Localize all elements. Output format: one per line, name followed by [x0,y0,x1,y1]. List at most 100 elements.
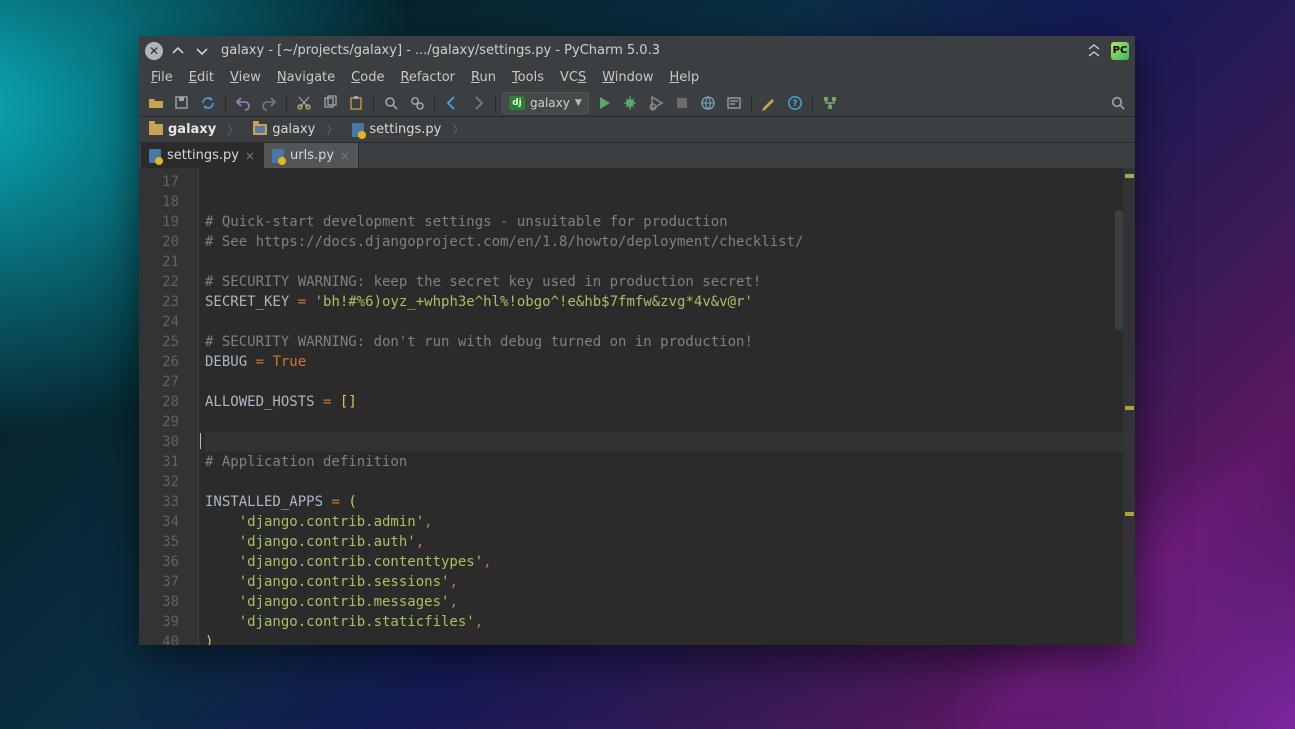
open-icon[interactable] [145,92,167,114]
code-line-30[interactable] [205,432,1135,452]
code-line-35[interactable]: 'django.contrib.auth', [205,532,1135,552]
vertical-scrollbar[interactable] [1115,210,1123,330]
breadcrumb-1[interactable]: galaxy [247,119,346,141]
menu-bar: FileEditViewNavigateCodeRefactorRunTools… [139,65,1135,89]
menu-vcs[interactable]: VCS [552,68,594,87]
marker-2[interactable] [1125,512,1134,516]
menu-view[interactable]: View [222,68,269,87]
breadcrumb-bar: galaxy galaxy settings.py [139,117,1135,143]
breadcrumb-label: settings.py [369,122,441,137]
marker-strip [1123,168,1135,645]
code-line-21[interactable] [205,252,1135,272]
marker-1[interactable] [1125,406,1134,410]
undo-icon[interactable] [232,92,254,114]
line-number-gutter: 1718192021222324252627282930313233343536… [139,168,187,645]
menu-file[interactable]: File [143,68,181,87]
tab-close-icon[interactable]: × [245,149,255,163]
window-titlebar: ✕ galaxy - [~/projects/galaxy] - .../gal… [139,36,1135,65]
redo-icon[interactable] [258,92,280,114]
menu-navigate[interactable]: Navigate [269,68,343,87]
code-area[interactable]: # Quick-start development settings - uns… [199,168,1135,645]
nav-back-icon[interactable] [441,92,463,114]
menu-code[interactable]: Code [343,68,392,87]
window-title: galaxy - [~/projects/galaxy] - .../galax… [221,43,660,58]
code-line-39[interactable]: 'django.contrib.staticfiles', [205,612,1135,632]
editor-tab-settings-py[interactable]: settings.py × [141,143,264,168]
module-icon [253,124,267,135]
help-icon[interactable]: ? [784,92,806,114]
code-line-40[interactable]: ) [205,632,1135,645]
copy-icon[interactable] [319,92,341,114]
window-close-button[interactable]: ✕ [145,42,163,60]
python-file-icon [149,149,161,163]
marker-0[interactable] [1125,174,1134,178]
breadcrumb-label: galaxy [272,122,315,137]
python-file-icon [352,123,364,137]
breadcrumb-2[interactable]: settings.py [346,119,472,141]
chevron-down-icon: ▼ [575,98,582,108]
run-icon[interactable] [593,92,615,114]
breadcrumb-label: galaxy [168,122,216,137]
code-line-26[interactable]: DEBUG = True [205,352,1135,372]
toolbar: dj galaxy ▼ ? [139,89,1135,117]
run-config-label: galaxy [530,96,570,110]
code-line-33[interactable]: INSTALLED_APPS = ( [205,492,1135,512]
task-icon[interactable] [723,92,745,114]
code-line-24[interactable] [205,312,1135,332]
window-shade-down-icon[interactable] [193,42,211,60]
code-line-18[interactable] [205,192,1135,212]
replace-icon[interactable] [406,92,428,114]
pycharm-logo-icon: PC [1111,42,1129,60]
code-line-23[interactable]: SECRET_KEY = 'bh!#%6)oyz_+whph3e^hl%!obg… [205,292,1135,312]
sync-icon[interactable] [197,92,219,114]
code-line-20[interactable]: # See https://docs.djangoproject.com/en/… [205,232,1135,252]
text-caret [200,433,201,449]
gutter-separator [187,168,199,645]
code-line-36[interactable]: 'django.contrib.contenttypes', [205,552,1135,572]
code-line-34[interactable]: 'django.contrib.admin', [205,512,1135,532]
code-editor[interactable]: 1718192021222324252627282930313233343536… [139,168,1135,645]
structure-icon[interactable] [819,92,841,114]
debug-icon[interactable] [619,92,641,114]
code-line-31[interactable]: # Application definition [205,452,1135,472]
menu-tools[interactable]: Tools [504,68,552,87]
python-file-icon [272,149,284,163]
save-all-icon[interactable] [171,92,193,114]
code-line-17[interactable] [205,172,1135,192]
svg-text:?: ? [792,99,797,109]
nav-forward-icon[interactable] [467,92,489,114]
run-configuration-selector[interactable]: dj galaxy ▼ [502,92,589,114]
settings-icon[interactable] [758,92,780,114]
paste-icon[interactable] [345,92,367,114]
menu-run[interactable]: Run [463,68,504,87]
code-line-19[interactable]: # Quick-start development settings - uns… [205,212,1135,232]
django-badge-icon: dj [509,96,525,110]
editor-tab-urls-py[interactable]: urls.py × [264,143,359,168]
folder-icon [149,124,163,135]
code-line-29[interactable] [205,412,1135,432]
stop-icon[interactable] [671,92,693,114]
code-line-37[interactable]: 'django.contrib.sessions', [205,572,1135,592]
tab-close-icon[interactable]: × [340,149,350,163]
menu-edit[interactable]: Edit [181,68,222,87]
code-line-22[interactable]: # SECURITY WARNING: keep the secret key … [205,272,1135,292]
menu-help[interactable]: Help [662,68,708,87]
code-line-28[interactable]: ALLOWED_HOSTS = [] [205,392,1135,412]
code-line-38[interactable]: 'django.contrib.messages', [205,592,1135,612]
find-icon[interactable] [380,92,402,114]
code-line-27[interactable] [205,372,1135,392]
collapse-icon[interactable] [1085,42,1103,60]
menu-refactor[interactable]: Refactor [392,68,463,87]
code-line-32[interactable] [205,472,1135,492]
coverage-icon[interactable] [645,92,667,114]
code-line-25[interactable]: # SECURITY WARNING: don't run with debug… [205,332,1135,352]
menu-window[interactable]: Window [594,68,661,87]
window-shade-up-icon[interactable] [169,42,187,60]
tab-label: urls.py [290,148,334,163]
web-icon[interactable] [697,92,719,114]
tab-label: settings.py [167,148,239,163]
breadcrumb-0[interactable]: galaxy [143,119,247,141]
search-everywhere-icon[interactable] [1107,92,1129,114]
ide-window: ✕ galaxy - [~/projects/galaxy] - .../gal… [139,36,1135,645]
cut-icon[interactable] [293,92,315,114]
